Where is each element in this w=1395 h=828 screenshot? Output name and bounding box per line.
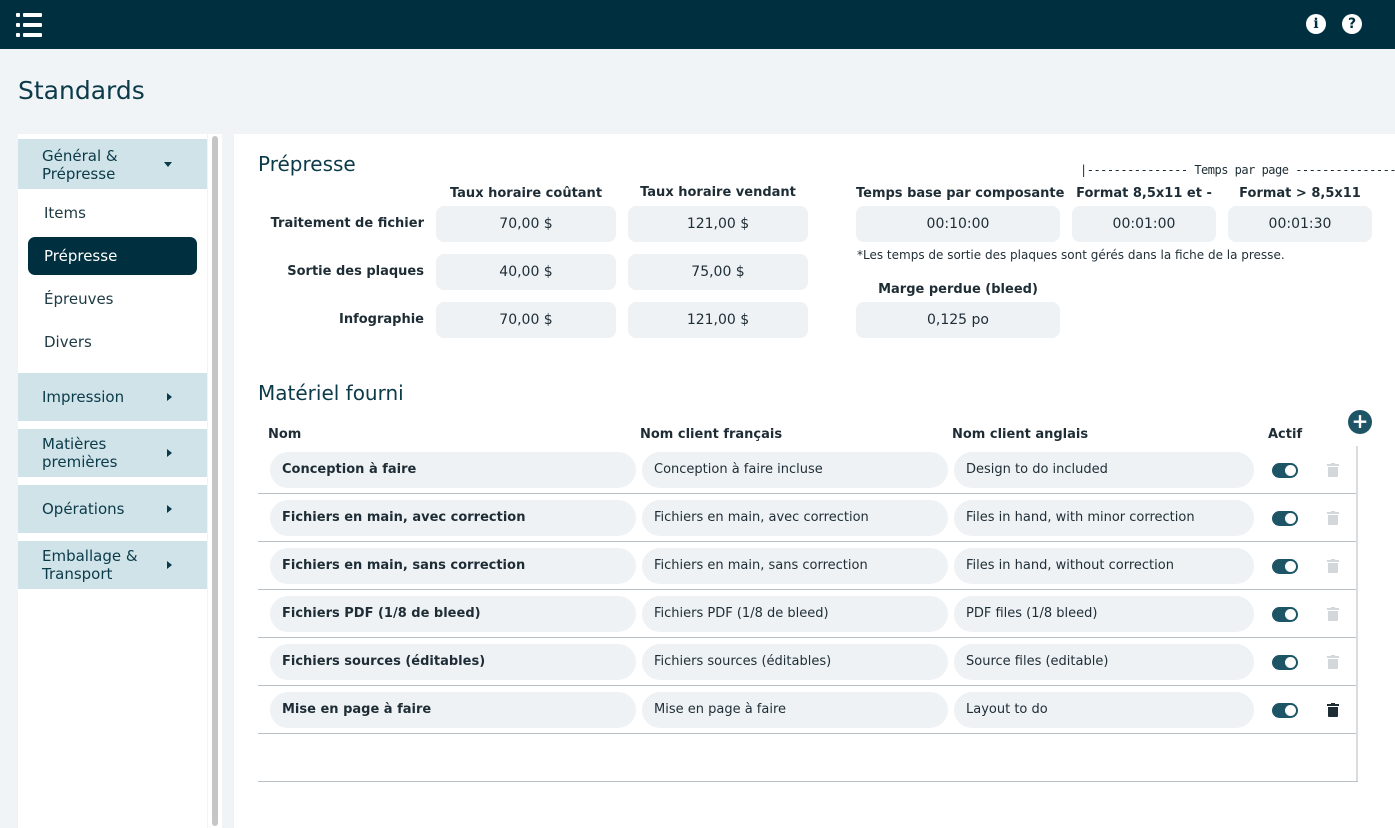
trash-icon [1327,511,1339,525]
sell-rate-field[interactable]: 121,00 $ [628,302,808,338]
actif-toggle[interactable] [1272,463,1298,478]
row-label: Traitement de fichier [270,216,424,231]
table-row: Fichiers en main, sans correction Fichie… [258,542,1358,590]
header-nom-fr: Nom client français [640,427,783,442]
nom-en-field[interactable]: Files in hand, without correction [954,548,1254,584]
nom-fr-field[interactable]: Fichiers en main, sans correction [642,548,948,584]
row-label: Sortie des plaques [287,264,424,279]
chevron-down-icon [164,162,172,167]
sidebar-section-label: Général & [42,147,118,165]
sidebar-item-prepresse[interactable]: Prépresse [28,237,197,275]
sell-rate-field[interactable]: 121,00 $ [628,206,808,242]
nom-field[interactable]: Fichiers en main, sans correction [270,548,636,584]
nom-fr-field[interactable]: Fichiers en main, avec correction [642,500,948,536]
sidebar-section-label: Matières [42,435,107,453]
nom-field[interactable]: Fichiers PDF (1/8 de bleed) [270,596,636,632]
plates-note: *Les temps de sortie des plaques sont gé… [857,248,1285,262]
sidebar-section-label: Opérations [42,500,125,518]
bleed-label: Marge perdue (bleed) [878,282,1038,297]
actif-toggle[interactable] [1272,511,1298,526]
cost-rate-field[interactable]: 40,00 $ [436,254,616,290]
header-nom: Nom [268,427,302,442]
materiel-title: Matériel fourni [258,381,404,405]
sidebar-item-items[interactable]: Items [44,204,86,222]
question-circle-icon[interactable]: ? [1342,14,1362,34]
col-header-large-format: Format > 8,5x11 [1239,186,1361,201]
sidebar-section-operations[interactable]: Opérations [18,485,207,533]
table-row: Mise en page à faire Mise en page à fair… [258,686,1358,734]
trash-icon [1327,463,1339,477]
sidebar-section-matieres-premieres[interactable]: Matières premières [18,429,207,477]
prepresse-title: Prépresse [258,152,356,176]
page-title: Standards [18,76,145,105]
table-row: Fichiers PDF (1/8 de bleed) Fichiers PDF… [258,590,1358,638]
nom-fr-field[interactable]: Fichiers PDF (1/8 de bleed) [642,596,948,632]
nom-en-field[interactable]: Files in hand, with minor correction [954,500,1254,536]
sidebar-section-label: Transport [42,565,113,583]
sidebar-section-general-prepresse[interactable]: Général & Prépresse [18,139,207,189]
sidebar-section-impression[interactable]: Impression [18,373,207,421]
nom-field[interactable]: Fichiers en main, avec correction [270,500,636,536]
actif-toggle[interactable] [1272,703,1298,718]
nom-field[interactable]: Fichiers sources (éditables) [270,644,636,680]
table-row: Fichiers en main, avec correction Fichie… [258,494,1358,542]
nom-en-field[interactable]: Layout to do [954,692,1254,728]
sidebar-item-epreuves[interactable]: Épreuves [44,290,114,308]
sidebar-section-label: Prépresse [42,165,116,183]
bleed-field[interactable]: 0,125 po [856,302,1060,338]
menu-list-icon[interactable] [16,12,44,38]
nom-fr-field[interactable]: Fichiers sources (éditables) [642,644,948,680]
sidebar: Général & Prépresse Items Prépresse Épre… [18,134,207,828]
col-header-cost: Taux horaire coûtant [449,186,603,201]
sidebar-section-label: Impression [42,388,125,406]
table-bottom-border [258,781,1358,782]
sidebar-section-label: premières [42,453,118,471]
table-row: Fichiers sources (éditables) Fichiers so… [258,638,1358,686]
trash-icon [1327,607,1339,621]
cost-rate-field[interactable]: 70,00 $ [436,206,616,242]
nom-fr-field[interactable]: Conception à faire incluse [642,452,948,488]
main-panel: Prépresse Taux horaire coûtant Taux hora… [234,134,1395,828]
top-bar: i ? [0,0,1395,49]
nom-en-field[interactable]: Source files (editable) [954,644,1254,680]
large-format-time-field[interactable]: 00:01:30 [1228,206,1372,242]
trash-icon[interactable] [1327,703,1339,717]
row-label: Infographie [338,312,424,327]
sidebar-section-emballage-transport[interactable]: Emballage & Transport [18,541,207,589]
nom-en-field[interactable]: Design to do included [954,452,1254,488]
sell-rate-field[interactable]: 75,00 $ [628,254,808,290]
sidebar-section-label: Emballage & [42,547,138,565]
temps-par-page-bracket: |--------------- Temps par page --------… [1080,163,1395,177]
base-time-field[interactable]: 00:10:00 [856,206,1060,242]
small-format-time-field[interactable]: 00:01:00 [1072,206,1216,242]
nom-fr-field[interactable]: Mise en page à faire [642,692,948,728]
col-header-base-time: Temps base par composante [856,186,1065,201]
nom-field[interactable]: Conception à faire [270,452,636,488]
chevron-right-icon [167,505,172,513]
header-actif: Actif [1268,427,1303,442]
cost-rate-field[interactable]: 70,00 $ [436,302,616,338]
chevron-right-icon [167,561,172,569]
actif-toggle[interactable] [1272,655,1298,670]
chevron-right-icon [167,393,172,401]
actif-toggle[interactable] [1272,559,1298,574]
add-plus-icon[interactable]: + [1348,410,1372,434]
trash-icon [1327,655,1339,669]
chevron-right-icon [167,449,172,457]
sidebar-scrollbar[interactable] [208,134,222,828]
table-row: Conception à faire Conception à faire in… [258,446,1358,494]
header-nom-en: Nom client anglais [952,427,1089,442]
sidebar-item-divers[interactable]: Divers [44,333,92,351]
col-header-sell: Taux horaire vendant [640,185,796,200]
actif-toggle[interactable] [1272,607,1298,622]
info-circle-icon[interactable]: i [1306,14,1326,34]
scrollbar-thumb[interactable] [212,136,218,826]
table-scrollbar[interactable] [1356,446,1358,782]
col-header-small-format: Format 8,5x11 et - [1076,186,1212,201]
trash-icon [1327,559,1339,573]
nom-field[interactable]: Mise en page à faire [270,692,636,728]
nom-en-field[interactable]: PDF files (1/8 bleed) [954,596,1254,632]
